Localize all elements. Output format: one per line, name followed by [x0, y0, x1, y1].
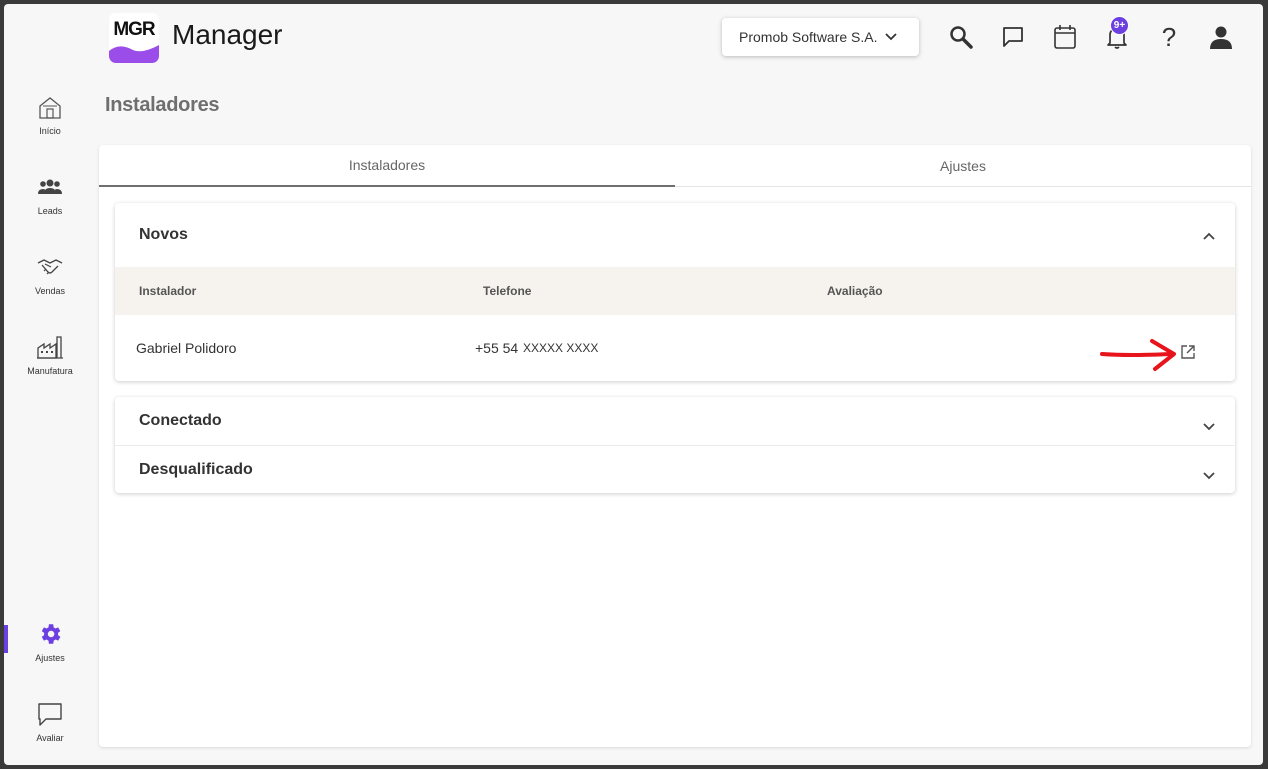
calendar-icon[interactable] — [1050, 22, 1080, 52]
sidebar-item-label: Manufatura — [27, 366, 73, 376]
table-row: Gabriel Polidoro +55 54 XXXXX XXXX — [115, 315, 1235, 381]
feedback-icon — [37, 699, 63, 729]
cell-telefone-mask: XXXXX XXXX — [523, 341, 599, 355]
notification-badge: 9+ — [1110, 16, 1129, 35]
sidebar-item-leads[interactable]: Leads — [4, 172, 96, 236]
cell-instalador: Gabriel Polidoro — [136, 340, 237, 356]
red-arrow-annotation — [1100, 339, 1176, 371]
sidebar-item-label: Ajustes — [35, 653, 65, 663]
user-icon[interactable] — [1206, 22, 1236, 52]
logo-wave — [109, 45, 159, 63]
sidebar: Início Leads Vendas Manufatura Ajustes A… — [4, 74, 96, 764]
handshake-icon — [36, 252, 64, 282]
column-header-instalador: Instalador — [139, 284, 197, 298]
accordion-header-conectado[interactable]: Conectado — [115, 397, 1235, 445]
column-header-avaliacao: Avaliação — [827, 284, 883, 298]
chevron-down-icon — [884, 33, 897, 41]
tab-ajustes[interactable]: Ajustes — [675, 145, 1251, 187]
company-select[interactable]: Promob Software S.A. — [722, 18, 919, 56]
home-icon — [37, 92, 63, 122]
accordion-header-desqualificado[interactable]: Desqualificado — [115, 446, 1235, 493]
search-icon[interactable] — [946, 22, 976, 52]
chevron-up-icon — [1203, 227, 1215, 245]
app-window: MGR Manager Promob Software S.A. 9+ ? In… — [4, 4, 1263, 765]
accordion-header-novos[interactable]: Novos — [115, 203, 1235, 267]
logo-text: MGR — [113, 19, 155, 40]
chevron-down-icon — [1203, 418, 1215, 436]
sidebar-item-avaliar[interactable]: Avaliar — [4, 699, 96, 763]
sidebar-item-label: Vendas — [34, 286, 66, 296]
sidebar-item-vendas[interactable]: Vendas — [4, 252, 96, 316]
top-bar: MGR Manager Promob Software S.A. 9+ ? — [4, 4, 1263, 74]
app-title: Manager — [172, 19, 283, 50]
accordion-title: Desqualificado — [139, 460, 253, 478]
chevron-down-icon — [1203, 467, 1215, 485]
app-logo[interactable]: MGR — [109, 13, 159, 63]
company-select-value: Promob Software S.A. — [739, 29, 878, 45]
accordion-title: Novos — [139, 226, 188, 243]
sidebar-item-ajustes[interactable]: Ajustes — [4, 619, 96, 683]
sidebar-item-label: Avaliar — [36, 733, 64, 743]
column-header-telefone: Telefone — [483, 284, 532, 298]
sidebar-item-label: Leads — [37, 206, 63, 216]
main-card: Instaladores Ajustes Novos Instalador Te… — [99, 145, 1251, 747]
tab-bar: Instaladores Ajustes — [99, 145, 1251, 187]
people-icon — [37, 172, 63, 202]
tab-instaladores[interactable]: Instaladores — [99, 145, 675, 187]
accordion-group: Conectado Desqualificado — [115, 397, 1235, 493]
chat-icon[interactable] — [998, 22, 1028, 52]
accordion-novos: Novos Instalador Telefone Avaliação Gabr… — [115, 203, 1235, 381]
open-in-new-icon[interactable] — [1179, 343, 1197, 361]
help-icon[interactable]: ? — [1154, 22, 1184, 52]
table-header: Instalador Telefone Avaliação — [115, 267, 1235, 315]
page-title: Instaladores — [105, 94, 220, 116]
accordion-title: Conectado — [139, 412, 222, 429]
gear-icon — [37, 619, 63, 649]
sidebar-item-inicio[interactable]: Início — [4, 92, 96, 156]
cell-telefone: +55 54 — [475, 340, 519, 356]
sidebar-item-manufatura[interactable]: Manufatura — [4, 332, 96, 396]
factory-icon — [36, 332, 64, 362]
sidebar-item-label: Início — [39, 126, 61, 136]
